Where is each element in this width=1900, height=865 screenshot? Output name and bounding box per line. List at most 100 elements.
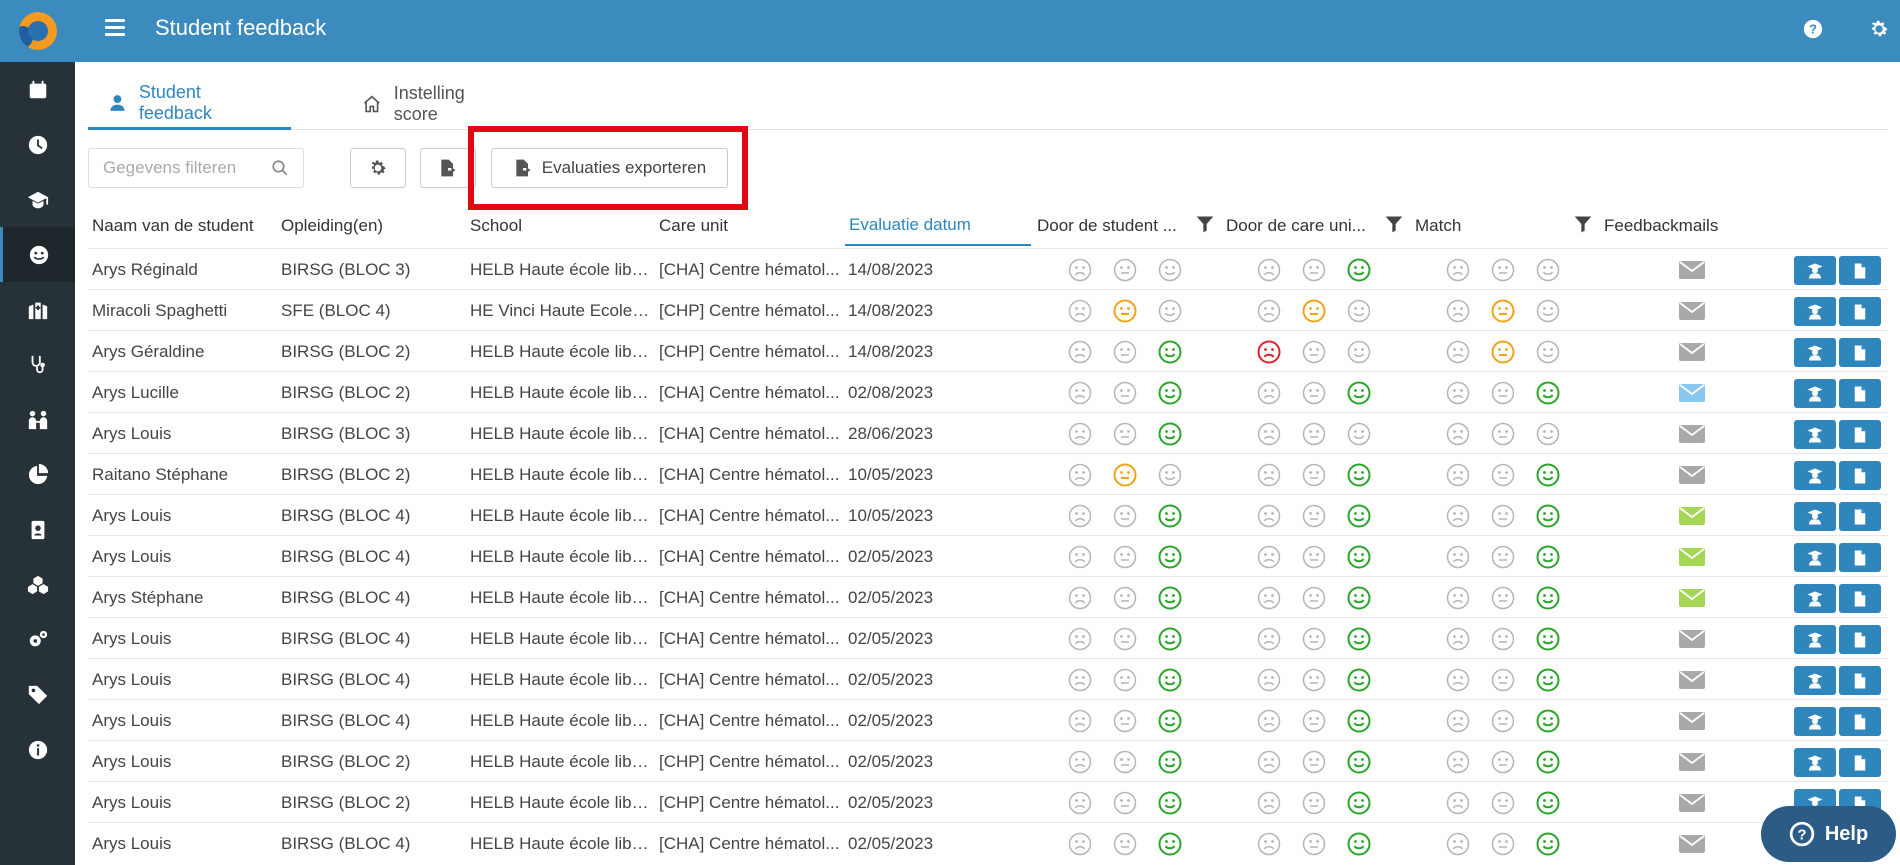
student-detail-button[interactable] <box>1794 256 1836 285</box>
match-rating-neutral-icon[interactable] <box>1491 627 1515 651</box>
student-rating-sad-icon[interactable] <box>1068 545 1092 569</box>
match-rating-happy-icon[interactable] <box>1536 791 1560 815</box>
student-detail-button[interactable] <box>1794 420 1836 449</box>
match-rating-neutral-icon[interactable] <box>1491 586 1515 610</box>
care-unit-rating-happy-icon[interactable] <box>1347 299 1371 323</box>
care-unit-rating-neutral-icon[interactable] <box>1302 381 1326 405</box>
sidebar-item-people[interactable] <box>0 392 75 447</box>
student-rating-neutral-icon[interactable] <box>1113 627 1137 651</box>
student-rating-neutral-icon[interactable] <box>1113 750 1137 774</box>
table-row[interactable]: Arys Louis BIRSG (BLOC 4) HELB Haute école… <box>88 658 1888 699</box>
student-rating-sad-icon[interactable] <box>1068 750 1092 774</box>
document-button[interactable] <box>1839 461 1881 490</box>
student-detail-button[interactable] <box>1794 625 1836 654</box>
document-button[interactable] <box>1839 297 1881 326</box>
settings-button[interactable] <box>350 148 406 188</box>
match-rating-neutral-icon[interactable] <box>1491 422 1515 446</box>
care-unit-rating-happy-icon[interactable] <box>1347 586 1371 610</box>
search-input[interactable] <box>103 158 273 178</box>
match-rating-neutral-icon[interactable] <box>1491 463 1515 487</box>
document-button[interactable] <box>1839 748 1881 777</box>
student-rating-happy-icon[interactable] <box>1158 832 1182 856</box>
envelope-icon[interactable] <box>1679 835 1705 853</box>
tab-student-feedback[interactable]: Student feedback <box>88 78 291 130</box>
envelope-icon[interactable] <box>1679 425 1705 443</box>
sidebar-item-stethoscope[interactable] <box>0 337 75 392</box>
match-rating-happy-icon[interactable] <box>1536 668 1560 692</box>
match-rating-happy-icon[interactable] <box>1536 258 1560 282</box>
envelope-icon[interactable] <box>1679 589 1705 607</box>
envelope-icon[interactable] <box>1679 794 1705 812</box>
student-rating-sad-icon[interactable] <box>1068 627 1092 651</box>
match-rating-neutral-icon[interactable] <box>1491 381 1515 405</box>
care-unit-rating-neutral-icon[interactable] <box>1302 750 1326 774</box>
envelope-icon[interactable] <box>1679 630 1705 648</box>
match-rating-sad-icon[interactable] <box>1446 545 1470 569</box>
care-unit-rating-neutral-icon[interactable] <box>1302 668 1326 692</box>
care-unit-rating-happy-icon[interactable] <box>1347 791 1371 815</box>
match-rating-sad-icon[interactable] <box>1446 668 1470 692</box>
care-unit-rating-happy-icon[interactable] <box>1347 258 1371 282</box>
care-unit-rating-happy-icon[interactable] <box>1347 381 1371 405</box>
student-rating-happy-icon[interactable] <box>1158 504 1182 528</box>
document-button[interactable] <box>1839 256 1881 285</box>
student-rating-happy-icon[interactable] <box>1158 627 1182 651</box>
student-rating-neutral-icon[interactable] <box>1113 504 1137 528</box>
sidebar-item-cogs[interactable] <box>0 612 75 667</box>
filter-icon[interactable] <box>1384 214 1404 234</box>
care-unit-rating-sad-icon[interactable] <box>1257 422 1281 446</box>
care-unit-rating-neutral-icon[interactable] <box>1302 586 1326 610</box>
care-unit-rating-happy-icon[interactable] <box>1347 340 1371 364</box>
student-rating-happy-icon[interactable] <box>1158 381 1182 405</box>
care-unit-rating-happy-icon[interactable] <box>1347 545 1371 569</box>
student-rating-happy-icon[interactable] <box>1158 340 1182 364</box>
care-unit-rating-sad-icon[interactable] <box>1257 504 1281 528</box>
table-row[interactable]: Arys Lucille BIRSG (BLOC 2) HELB Haute éco… <box>88 371 1888 412</box>
match-rating-happy-icon[interactable] <box>1536 545 1560 569</box>
student-rating-sad-icon[interactable] <box>1068 258 1092 282</box>
match-rating-sad-icon[interactable] <box>1446 422 1470 446</box>
care-unit-rating-sad-icon[interactable] <box>1257 340 1281 364</box>
student-rating-sad-icon[interactable] <box>1068 463 1092 487</box>
table-row[interactable]: Miracoli Spaghetti SFE (BLOC 4) HE Vinci H… <box>88 289 1888 330</box>
match-rating-sad-icon[interactable] <box>1446 627 1470 651</box>
col-header-match[interactable]: Match <box>1415 206 1565 246</box>
student-rating-sad-icon[interactable] <box>1068 586 1092 610</box>
sidebar-item-id-badge[interactable] <box>0 502 75 557</box>
sidebar-item-smiley[interactable] <box>0 227 75 282</box>
student-rating-sad-icon[interactable] <box>1068 340 1092 364</box>
table-row[interactable]: Arys Stéphane BIRSG (BLOC 4) HELB Haute éc… <box>88 576 1888 617</box>
care-unit-rating-happy-icon[interactable] <box>1347 422 1371 446</box>
match-rating-neutral-icon[interactable] <box>1491 832 1515 856</box>
care-unit-rating-neutral-icon[interactable] <box>1302 832 1326 856</box>
match-rating-sad-icon[interactable] <box>1446 832 1470 856</box>
col-header-door-student[interactable]: Door de student ... <box>1037 206 1187 246</box>
table-row[interactable]: Arys Louis BIRSG (BLOC 4) HELB Haute école… <box>88 535 1888 576</box>
match-rating-happy-icon[interactable] <box>1536 504 1560 528</box>
care-unit-rating-happy-icon[interactable] <box>1347 627 1371 651</box>
student-rating-happy-icon[interactable] <box>1158 422 1182 446</box>
care-unit-rating-neutral-icon[interactable] <box>1302 791 1326 815</box>
student-rating-happy-icon[interactable] <box>1158 258 1182 282</box>
student-detail-button[interactable] <box>1794 707 1836 736</box>
tab-instelling-score[interactable]: Instelling score <box>342 78 532 130</box>
match-rating-neutral-icon[interactable] <box>1491 504 1515 528</box>
envelope-icon[interactable] <box>1679 302 1705 320</box>
student-rating-sad-icon[interactable] <box>1068 504 1092 528</box>
care-unit-rating-neutral-icon[interactable] <box>1302 299 1326 323</box>
table-row[interactable]: Arys Louis BIRSG (BLOC 2) HELB Haute école… <box>88 740 1888 781</box>
care-unit-rating-neutral-icon[interactable] <box>1302 627 1326 651</box>
sidebar-item-hospital[interactable] <box>0 282 75 337</box>
match-rating-happy-icon[interactable] <box>1536 709 1560 733</box>
envelope-icon[interactable] <box>1679 384 1705 402</box>
student-rating-happy-icon[interactable] <box>1158 463 1182 487</box>
care-unit-rating-neutral-icon[interactable] <box>1302 709 1326 733</box>
match-rating-neutral-icon[interactable] <box>1491 545 1515 569</box>
table-row[interactable]: Arys Louis BIRSG (BLOC 4) HELB Haute école… <box>88 822 1888 863</box>
student-rating-sad-icon[interactable] <box>1068 381 1092 405</box>
student-rating-happy-icon[interactable] <box>1158 750 1182 774</box>
match-rating-sad-icon[interactable] <box>1446 504 1470 528</box>
match-rating-neutral-icon[interactable] <box>1491 750 1515 774</box>
student-rating-happy-icon[interactable] <box>1158 545 1182 569</box>
match-rating-happy-icon[interactable] <box>1536 422 1560 446</box>
